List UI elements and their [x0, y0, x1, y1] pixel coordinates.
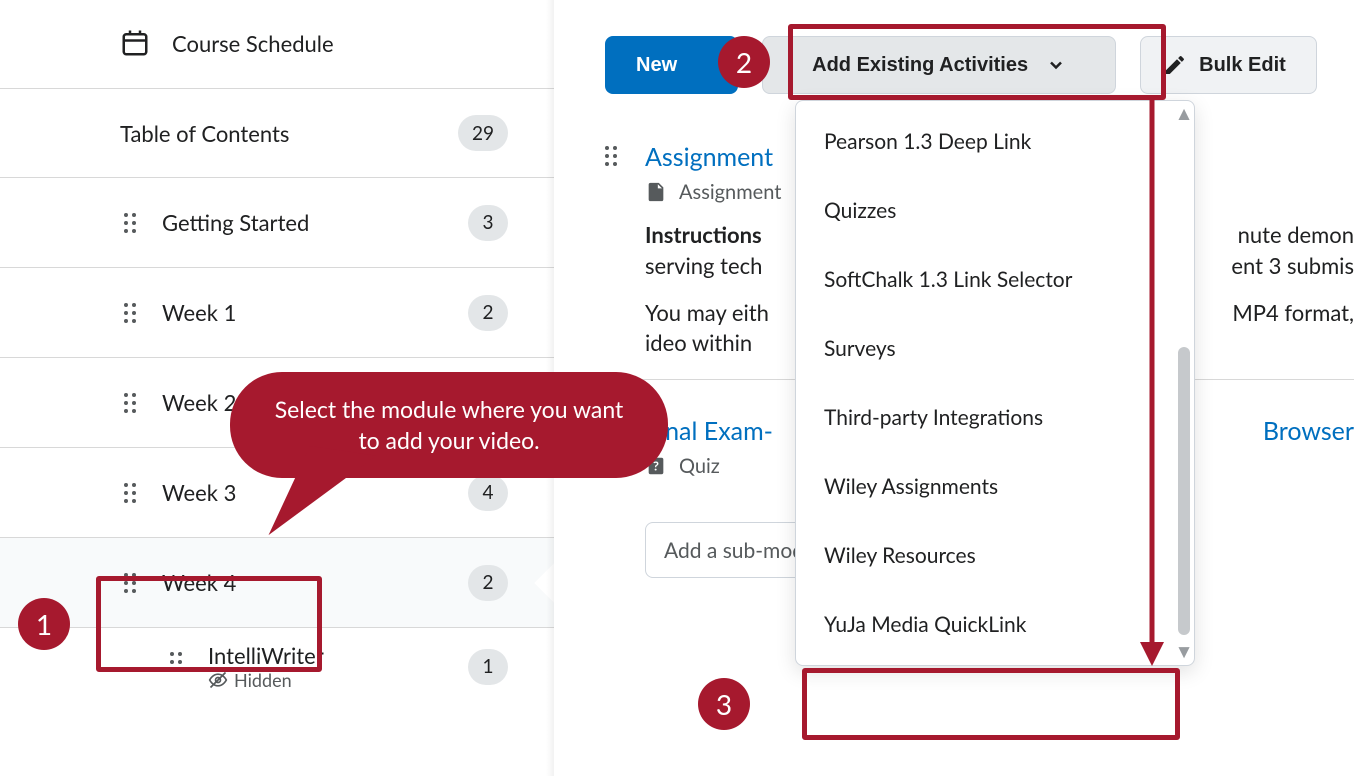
toc-label: Table of Contents	[120, 120, 458, 147]
annotation-step-2: 2	[718, 36, 770, 88]
course-schedule-link[interactable]: Course Schedule	[0, 28, 554, 88]
menu-item-yuja-media-quicklink[interactable]: YuJa Media QuickLink	[796, 590, 1194, 659]
menu-item-softchalk-link-selector[interactable]: SoftChalk 1.3 Link Selector	[796, 245, 1194, 314]
drag-handle-icon[interactable]	[124, 573, 140, 593]
toc-count-badge: 29	[458, 115, 508, 151]
drag-handle-icon[interactable]	[605, 146, 621, 166]
sidebar-item-label: Week 4	[162, 569, 468, 596]
menu-item-quizzes[interactable]: Quizzes	[796, 176, 1194, 245]
count-badge: 1	[468, 649, 508, 685]
drag-handle-icon[interactable]	[170, 652, 186, 672]
drag-handle-icon[interactable]	[124, 303, 140, 323]
count-badge: 2	[468, 295, 508, 331]
menu-item-wiley-assignments[interactable]: Wiley Assignments	[796, 452, 1194, 521]
hidden-label: Hidden	[234, 669, 292, 691]
sidebar-item-getting-started[interactable]: Getting Started 3	[0, 178, 554, 268]
add-existing-activities-button[interactable]: Add Existing Activities	[762, 36, 1116, 94]
table-of-contents-link[interactable]: Table of Contents 29	[0, 88, 554, 178]
dropdown-scrollbar[interactable]: ▲ ▼	[1178, 107, 1190, 659]
hidden-icon	[208, 670, 228, 690]
annotation-step-3: 3	[698, 678, 750, 730]
count-badge: 2	[468, 565, 508, 601]
sidebar-item-label: Getting Started	[162, 209, 468, 236]
drag-handle-icon[interactable]	[124, 483, 140, 503]
add-existing-activities-menu: Pearson 1.3 Deep Link Quizzes SoftChalk …	[795, 100, 1195, 666]
sidebar-item-label: Week 1	[162, 299, 468, 326]
drag-handle-icon[interactable]	[124, 393, 140, 413]
annotation-speech-bubble: Select the module where you want to add …	[230, 372, 668, 478]
sidebar-item-intelliwriter[interactable]: IntelliWriter Hidden 1	[0, 628, 554, 705]
sidebar-item-label: IntelliWriter	[208, 642, 468, 669]
content-item-type: Quiz	[679, 454, 720, 478]
new-button-label: New	[636, 54, 677, 77]
sidebar-item-week-4[interactable]: Week 4 2	[0, 538, 554, 628]
menu-item-pearson-deep-link[interactable]: Pearson 1.3 Deep Link	[796, 107, 1194, 176]
assignment-icon	[645, 181, 667, 203]
count-badge: 3	[468, 205, 508, 241]
bulk-edit-label: Bulk Edit	[1199, 54, 1286, 77]
sidebar-item-week-1[interactable]: Week 1 2	[0, 268, 554, 358]
menu-item-surveys[interactable]: Surveys	[796, 314, 1194, 383]
content-item-type: Assignment	[679, 180, 781, 204]
calendar-icon	[120, 28, 150, 58]
drag-handle-icon[interactable]	[124, 213, 140, 233]
course-schedule-label: Course Schedule	[172, 30, 334, 57]
add-existing-label: Add Existing Activities	[812, 54, 1028, 77]
menu-item-wiley-resources[interactable]: Wiley Resources	[796, 521, 1194, 590]
scroll-down-icon[interactable]: ▼	[1178, 645, 1190, 659]
menu-item-third-party-integrations[interactable]: Third-party Integrations	[796, 383, 1194, 452]
annotation-step-1: 1	[18, 598, 70, 650]
pencil-icon	[1163, 53, 1187, 77]
chevron-down-icon	[1046, 55, 1066, 75]
count-badge: 4	[468, 475, 508, 511]
bulk-edit-button[interactable]: Bulk Edit	[1140, 36, 1317, 94]
